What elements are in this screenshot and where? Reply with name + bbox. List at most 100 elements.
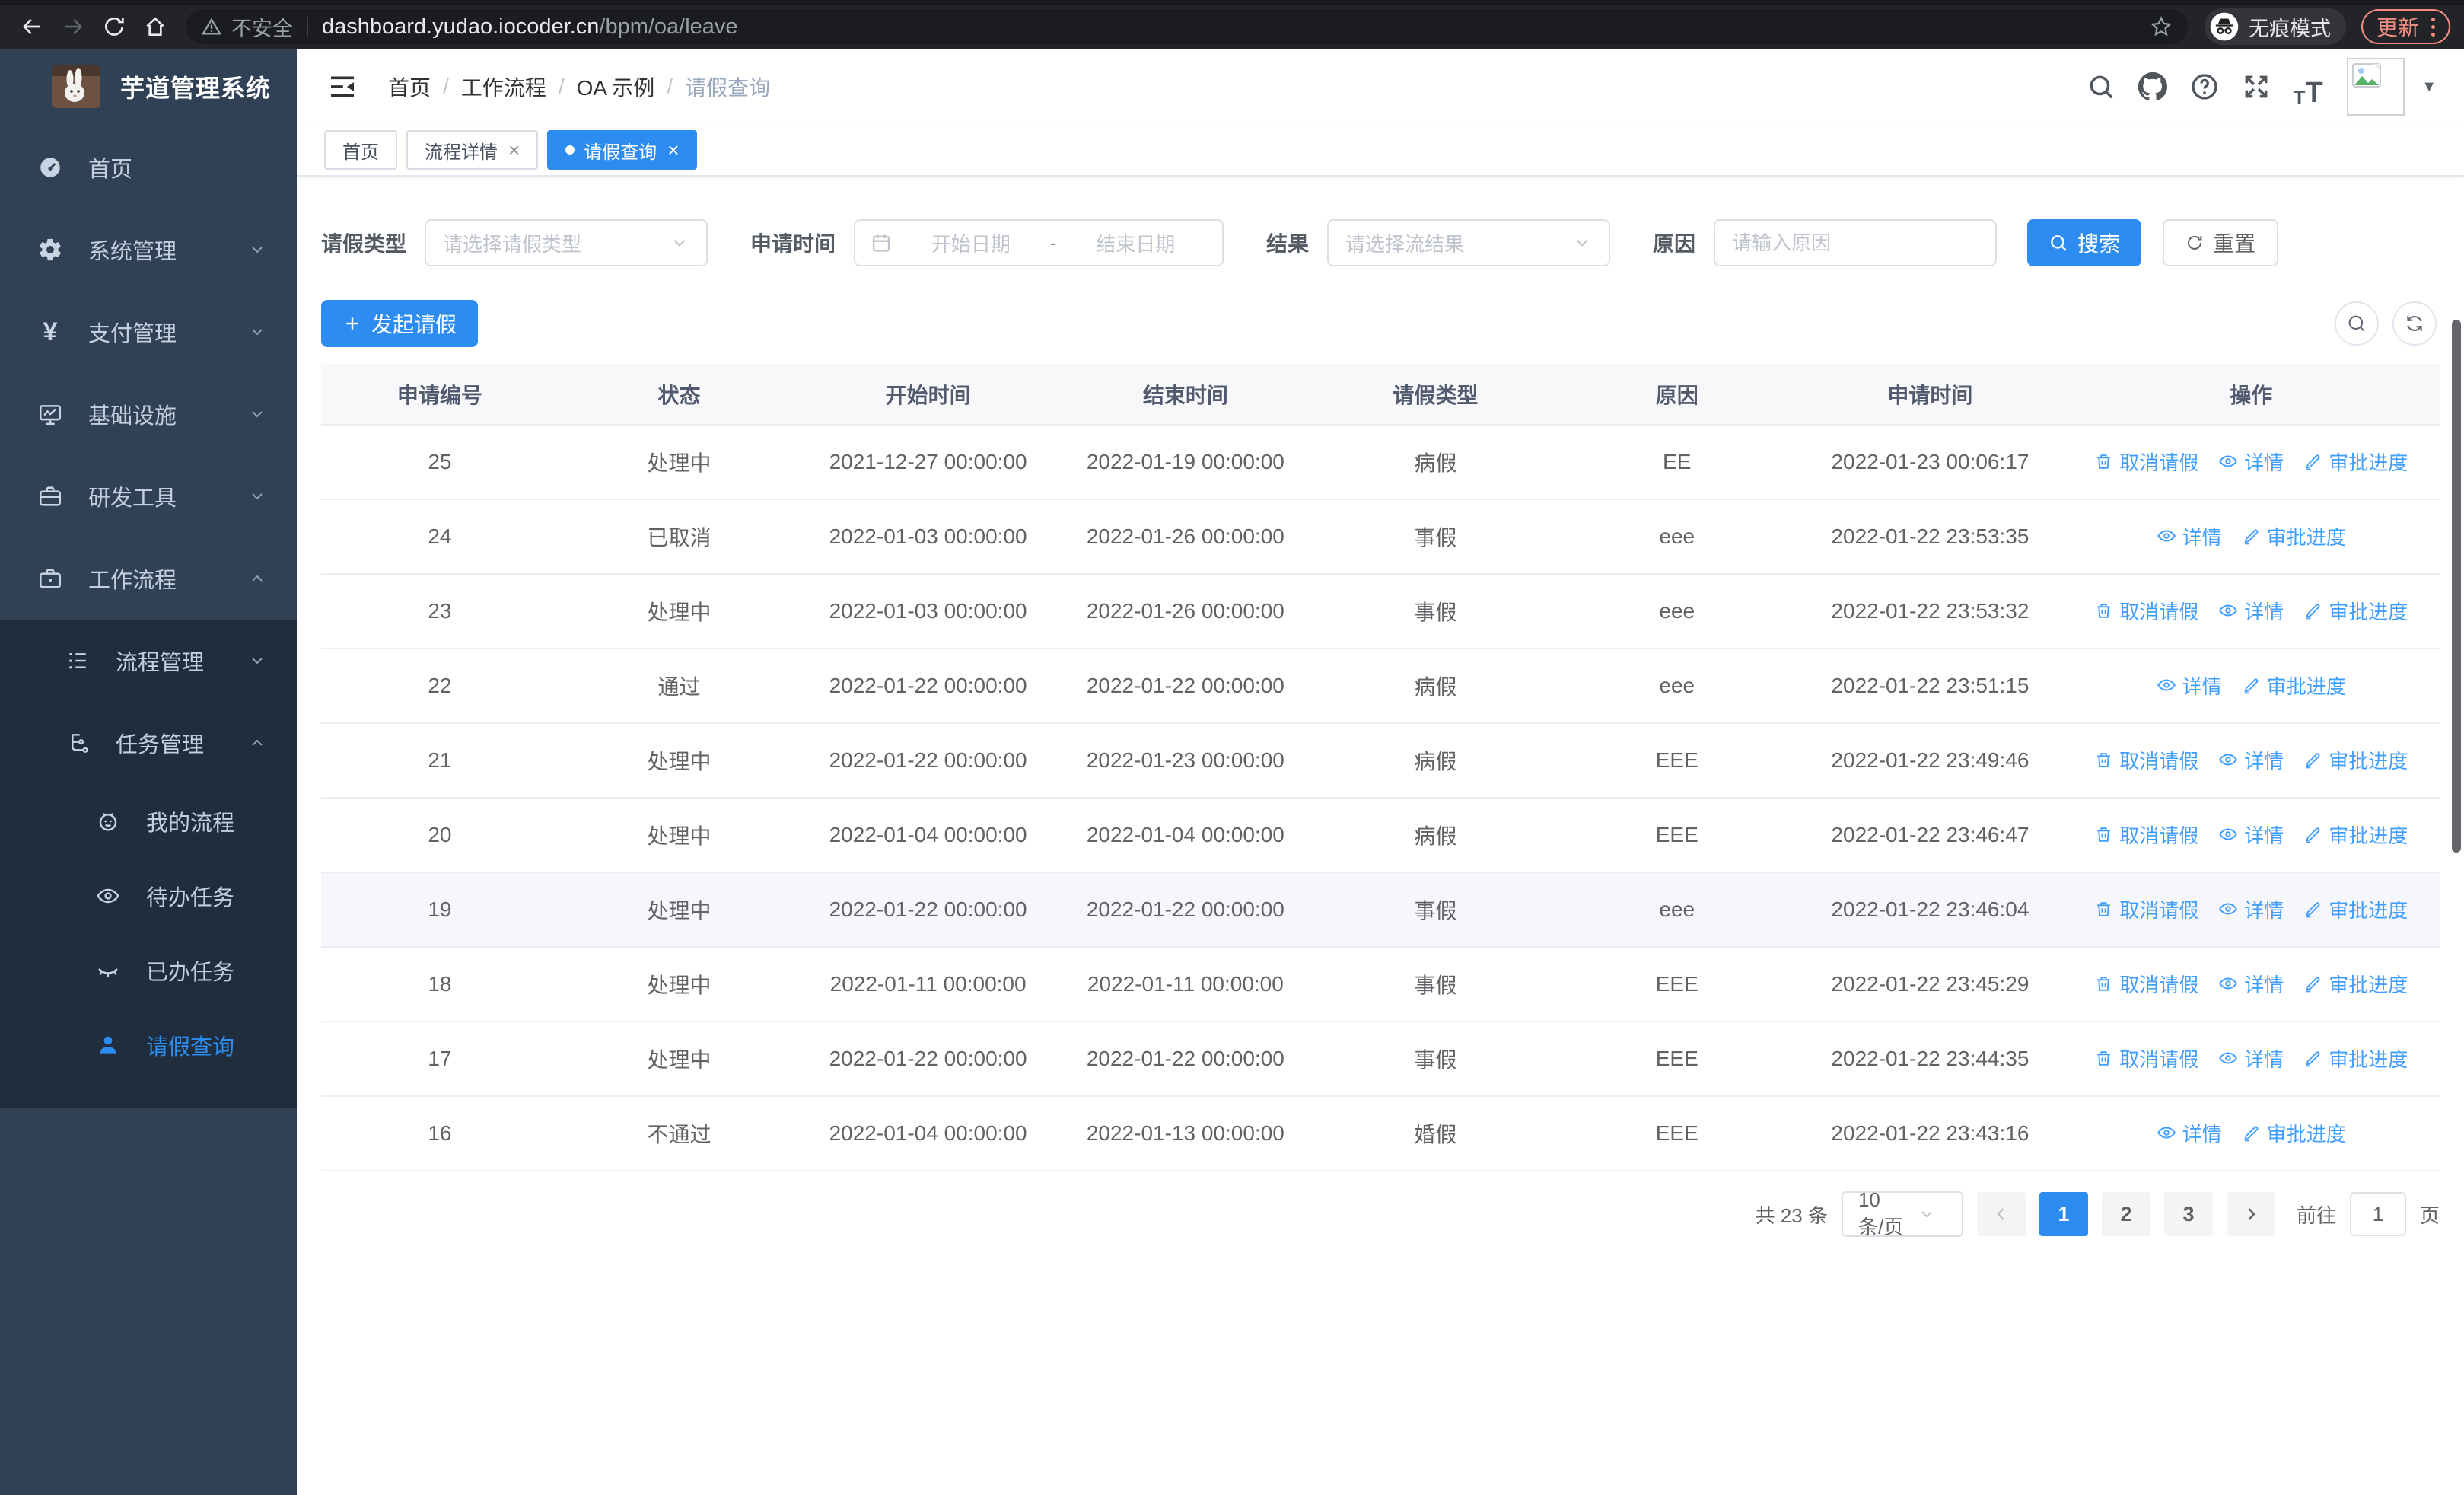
close-icon[interactable]: ×: [667, 140, 679, 160]
detail-link[interactable]: 详情: [2218, 1044, 2284, 1073]
cancel-leave-link[interactable]: 取消请假: [2094, 448, 2198, 476]
search-toggle-icon[interactable]: [2335, 301, 2379, 346]
cancel-leave-link[interactable]: 取消请假: [2094, 895, 2198, 923]
detail-link[interactable]: 详情: [2157, 522, 2222, 550]
cell-applied: 2022-01-23 00:06:17: [1797, 425, 2063, 500]
address-bar[interactable]: 不安全 dashboard.yudao.iocoder.cn/bpm/oa/le…: [186, 9, 2188, 44]
progress-link[interactable]: 审批进度: [2303, 448, 2408, 476]
sidebar-item-sub-3[interactable]: 待办任务: [0, 859, 297, 933]
page-button-3[interactable]: 3: [2163, 1192, 2213, 1236]
sidebar-item-0[interactable]: 首页: [0, 126, 297, 209]
cell-end: 2022-01-19 00:00:00: [1056, 425, 1315, 500]
detail-link[interactable]: 详情: [2218, 821, 2284, 849]
progress-link[interactable]: 审批进度: [2303, 1044, 2408, 1073]
reset-button[interactable]: 重置: [2163, 219, 2279, 266]
fullscreen-icon[interactable]: [2236, 66, 2277, 107]
date-range-picker[interactable]: 开始日期 - 结束日期: [854, 219, 1224, 266]
end-date-input[interactable]: 结束日期: [1064, 229, 1207, 257]
delete-icon: [2094, 974, 2113, 993]
fontsize-icon[interactable]: TT: [2287, 66, 2329, 107]
cell-reason: EEE: [1556, 798, 1798, 873]
next-page-icon[interactable]: [2226, 1192, 2275, 1236]
chevron-down-icon: [670, 233, 689, 253]
reason-input[interactable]: [1714, 219, 1998, 266]
help-icon[interactable]: [2184, 66, 2225, 107]
progress-link[interactable]: 审批进度: [2242, 1119, 2346, 1147]
progress-link[interactable]: 审批进度: [2303, 970, 2408, 998]
edit-icon: [2303, 974, 2322, 993]
cancel-leave-link[interactable]: 取消请假: [2094, 746, 2198, 774]
sidebar-item-5[interactable]: 工作流程: [0, 537, 297, 620]
avatar[interactable]: [2347, 58, 2405, 116]
sidebar-item-sub-4[interactable]: 已办任务: [0, 933, 297, 1008]
tab-1[interactable]: 流程详情 ×: [406, 130, 539, 170]
cell-actions: 详情 审批进度: [2062, 499, 2440, 575]
cell-id: 25: [321, 425, 559, 500]
eye-icon: [2157, 526, 2176, 546]
page-size-select[interactable]: 10条/页: [1841, 1188, 1963, 1238]
sidebar-collapse-icon[interactable]: [324, 69, 361, 105]
cell-reason: EEE: [1556, 947, 1798, 1022]
detail-link[interactable]: 详情: [2157, 671, 2222, 700]
forward-icon[interactable]: [55, 8, 91, 45]
sidebar-item-4[interactable]: 研发工具: [0, 455, 297, 537]
table-row: 25 处理中 2021-12-27 00:00:00 2022-01-19 00…: [321, 425, 2440, 500]
chevron-down-icon[interactable]: ▼: [2421, 78, 2437, 96]
security-label[interactable]: 不安全: [231, 12, 293, 42]
sidebar-item-2[interactable]: ¥ 支付管理: [0, 291, 297, 373]
app-logo: 芋道管理系统: [0, 49, 297, 125]
home-icon[interactable]: [137, 8, 173, 45]
breadcrumb-item[interactable]: 首页: [388, 72, 431, 102]
sidebar-item-sub-5[interactable]: 请假查询: [0, 1008, 297, 1082]
leave-type-select[interactable]: 请选择请假类型: [425, 219, 708, 266]
breadcrumb-item[interactable]: OA 示例: [577, 72, 655, 102]
cancel-leave-link[interactable]: 取消请假: [2094, 821, 2198, 849]
search-icon[interactable]: [2080, 66, 2122, 107]
scrollbar-thumb[interactable]: [2452, 320, 2461, 853]
start-date-input[interactable]: 开始日期: [899, 229, 1043, 257]
cancel-leave-link[interactable]: 取消请假: [2094, 970, 2198, 998]
cancel-leave-link[interactable]: 取消请假: [2094, 1044, 2198, 1073]
sidebar-item-sub-1[interactable]: 任务管理: [0, 702, 297, 784]
reload-icon[interactable]: [96, 8, 132, 45]
progress-link[interactable]: 审批进度: [2242, 522, 2346, 550]
detail-link[interactable]: 详情: [2218, 970, 2284, 998]
page-button-1[interactable]: 1: [2039, 1192, 2088, 1236]
result-select[interactable]: 请选择流结果: [1327, 219, 1611, 266]
tab-0[interactable]: 首页: [324, 130, 397, 170]
active-dot: [565, 145, 575, 155]
update-button[interactable]: 更新: [2361, 9, 2450, 44]
progress-link[interactable]: 审批进度: [2242, 671, 2346, 700]
detail-link[interactable]: 详情: [2218, 895, 2284, 923]
progress-link[interactable]: 审批进度: [2303, 597, 2408, 625]
detail-link[interactable]: 详情: [2218, 597, 2284, 625]
detail-link[interactable]: 详情: [2218, 746, 2284, 774]
refresh-table-icon[interactable]: [2392, 301, 2437, 346]
breadcrumb-separator: /: [558, 75, 565, 98]
sidebar-item-sub-2[interactable]: 我的流程: [0, 784, 297, 859]
progress-link[interactable]: 审批进度: [2303, 821, 2408, 849]
back-icon[interactable]: [14, 8, 50, 45]
page-button-2[interactable]: 2: [2101, 1192, 2150, 1236]
goto-page-input[interactable]: [2349, 1192, 2406, 1236]
sidebar-item-sub-0[interactable]: 流程管理: [0, 620, 297, 702]
bookmark-star-icon[interactable]: [2150, 15, 2173, 38]
sidebar-item-1[interactable]: 系统管理: [0, 209, 297, 291]
progress-link[interactable]: 审批进度: [2303, 895, 2408, 923]
result-label: 结果: [1266, 232, 1310, 256]
detail-link[interactable]: 详情: [2157, 1119, 2222, 1147]
edit-icon: [2242, 1124, 2261, 1143]
prev-page-icon[interactable]: [1976, 1192, 2026, 1236]
progress-link[interactable]: 审批进度: [2303, 746, 2408, 774]
search-icon: [2049, 233, 2068, 253]
tab-2[interactable]: 请假查询 ×: [547, 130, 698, 170]
search-button[interactable]: 搜索: [2027, 219, 2142, 266]
detail-link[interactable]: 详情: [2218, 448, 2284, 476]
create-leave-button[interactable]: 发起请假: [321, 300, 479, 347]
sidebar-item-3[interactable]: 基础设施: [0, 373, 297, 455]
breadcrumb-item[interactable]: 工作流程: [461, 72, 546, 102]
cancel-leave-link[interactable]: 取消请假: [2094, 597, 2198, 625]
github-icon[interactable]: [2132, 66, 2173, 107]
close-icon[interactable]: ×: [508, 140, 520, 160]
browser-menu-icon[interactable]: [2431, 17, 2435, 37]
